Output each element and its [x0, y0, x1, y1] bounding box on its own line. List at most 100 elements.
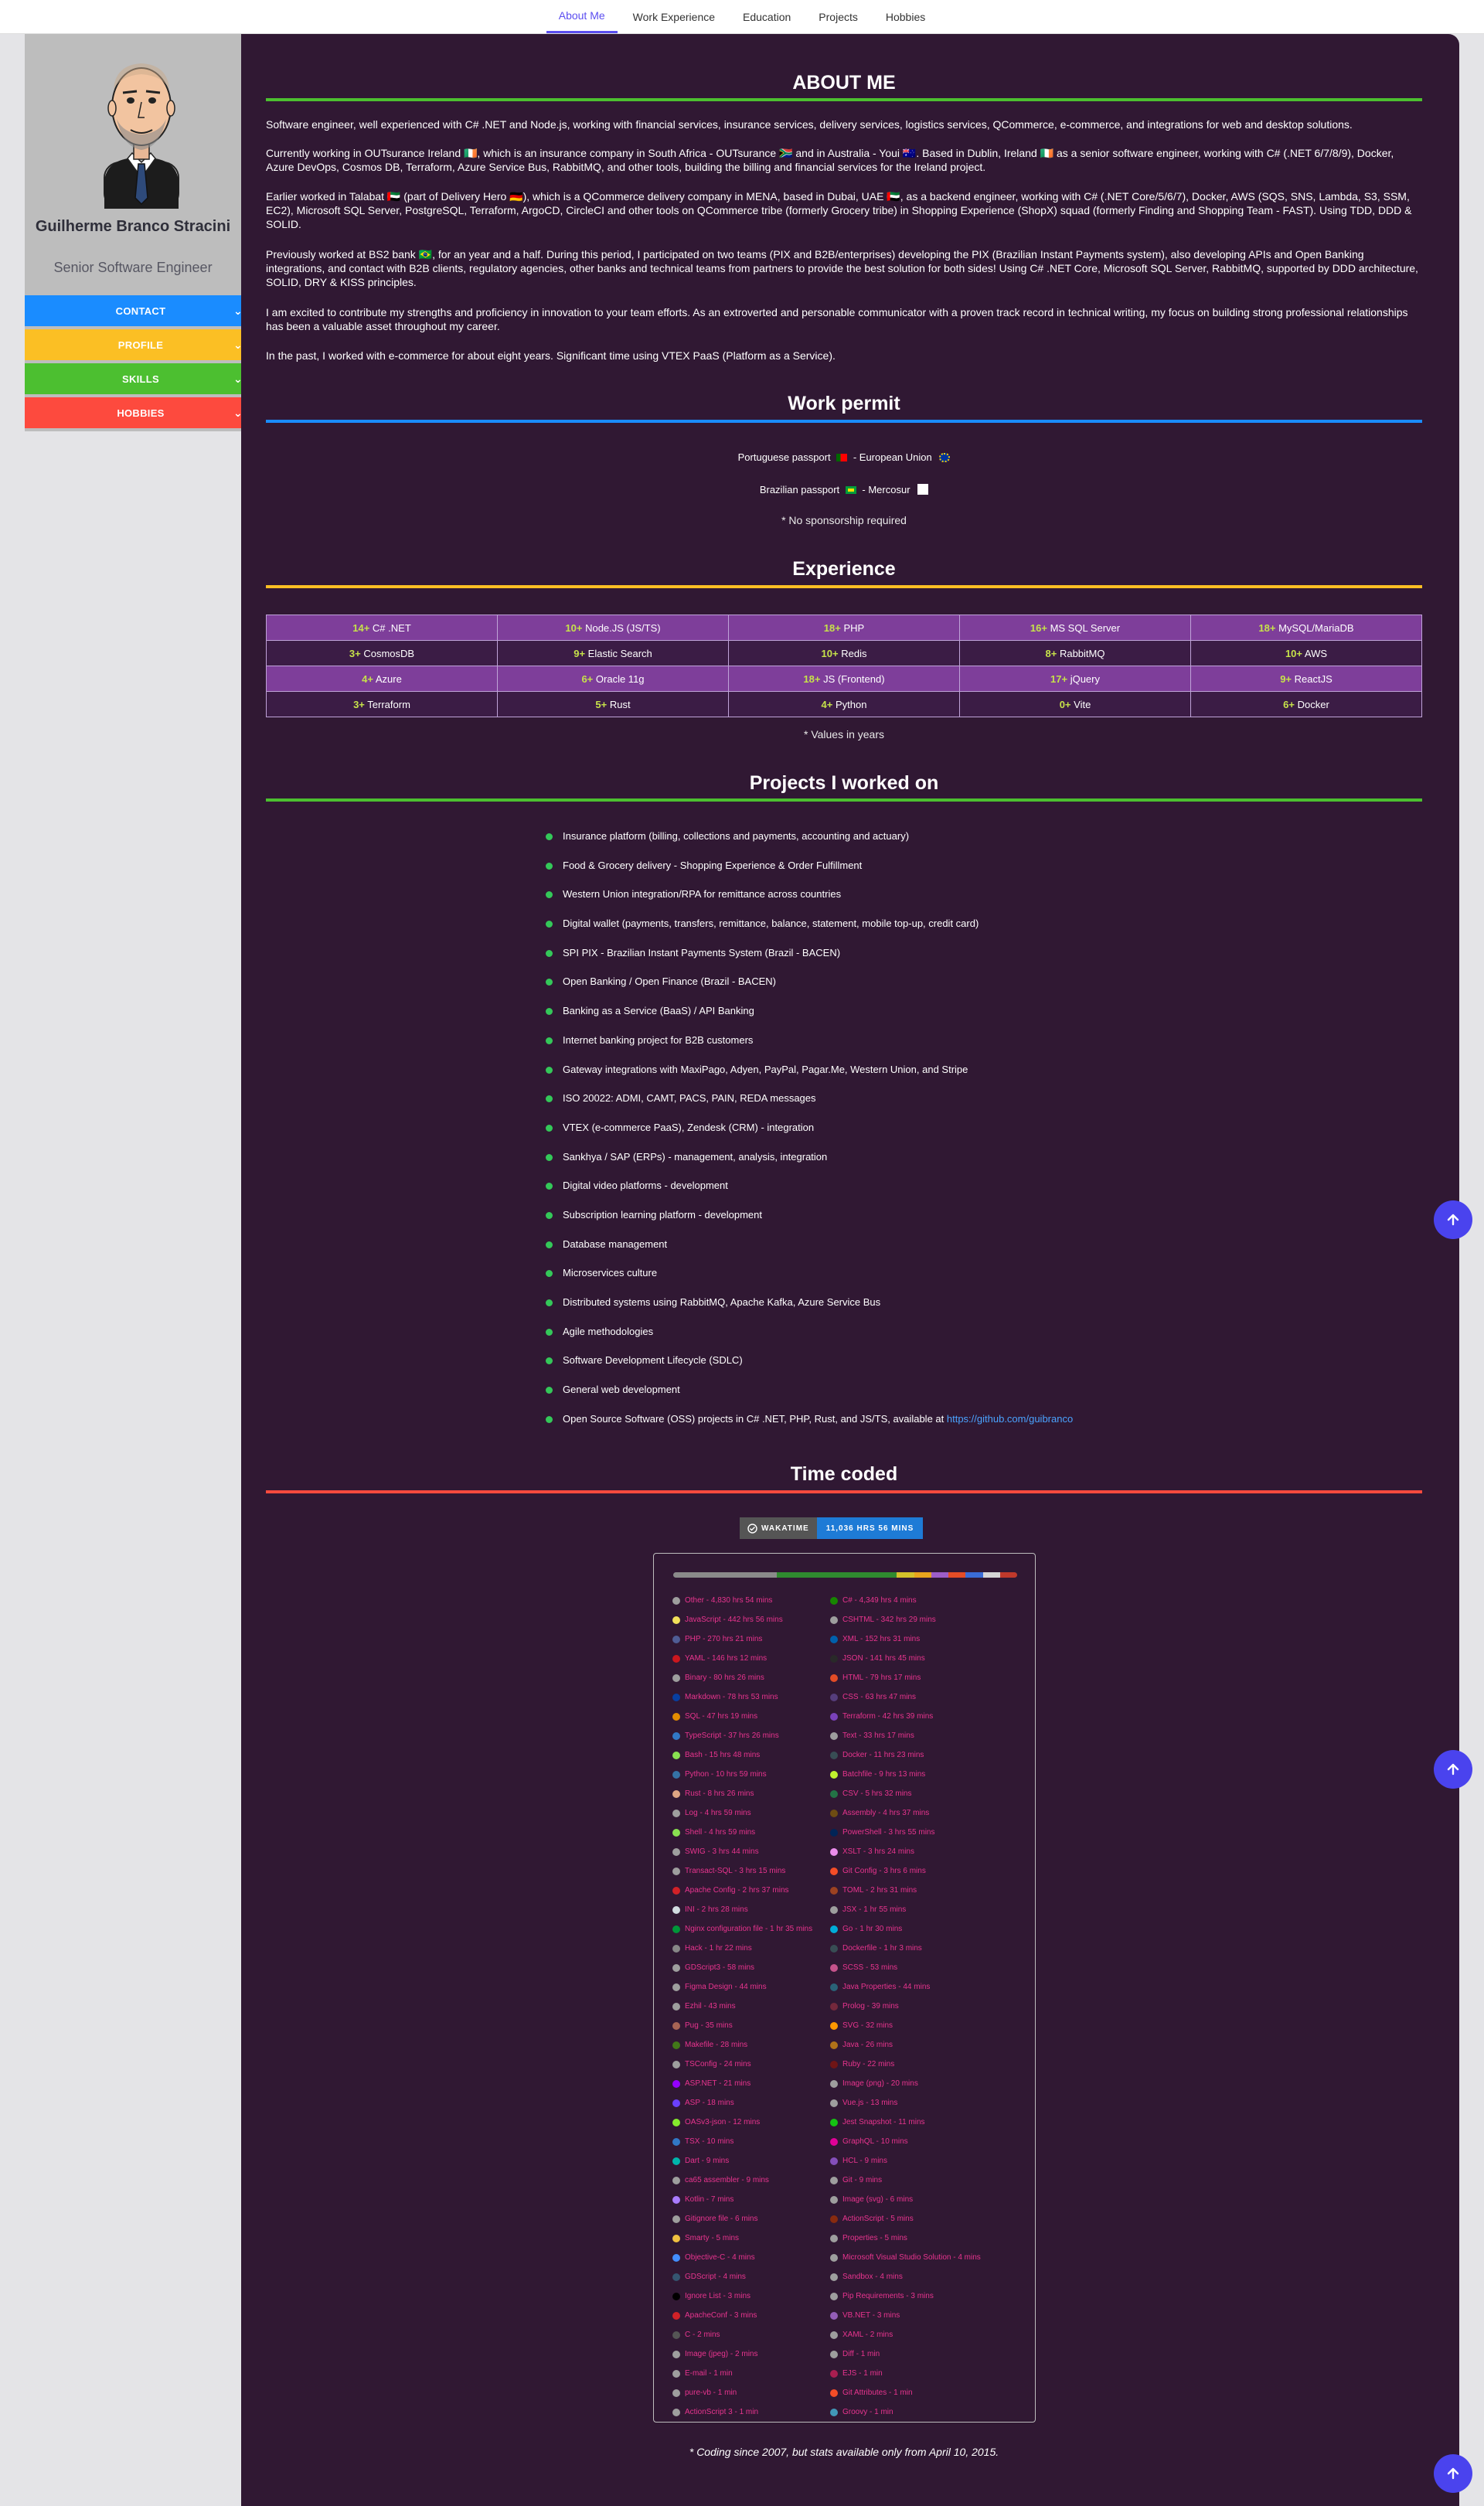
- language-stat-label: HTML - 79 hrs 17 mins: [842, 1673, 921, 1682]
- language-stat-label: Rust - 8 hrs 26 mins: [685, 1789, 754, 1798]
- language-share-segment: [828, 1572, 846, 1578]
- language-stat: ca65 assembler - 9 mins: [672, 2171, 812, 2190]
- skill-years: 0+: [1059, 698, 1071, 710]
- skill-years: 14+: [352, 621, 370, 634]
- language-stat: Markdown - 78 hrs 53 mins: [672, 1687, 812, 1707]
- language-color-icon: [830, 2273, 838, 2281]
- contact-label: CONTACT: [115, 305, 166, 317]
- language-stat-label: PowerShell - 3 hrs 55 mins: [842, 1827, 935, 1837]
- skill-cell: 10+ Node.JS (JS/TS): [497, 615, 729, 641]
- skill-years: 4+: [362, 672, 373, 685]
- language-stat-label: JSON - 141 hrs 45 mins: [842, 1653, 925, 1663]
- language-color-icon: [830, 2118, 838, 2126]
- language-stat-label: Git Config - 3 hrs 6 mins: [842, 1866, 926, 1875]
- language-column-right: C# - 4,349 hrs 4 mins CSHTML - 342 hrs 29…: [830, 1591, 981, 2422]
- language-stat: pure-vb - 1 min: [672, 2383, 812, 2402]
- tab-hobbies[interactable]: Hobbies: [873, 0, 938, 33]
- language-color-icon: [672, 2195, 680, 2204]
- language-stat-label: Terraform - 42 hrs 39 mins: [842, 1711, 934, 1721]
- language-stat-label: Smarty - 5 mins: [685, 2233, 740, 2242]
- language-color-icon: [672, 1596, 680, 1605]
- skill-name: Python: [835, 698, 867, 710]
- language-stat-label: Ezhil - 43 mins: [685, 2001, 736, 2011]
- github-link[interactable]: https://github.com/guibranco: [947, 1413, 1073, 1425]
- skill-cell: 17+ jQuery: [959, 666, 1191, 692]
- tab-work-experience[interactable]: Work Experience: [621, 0, 727, 33]
- language-stat-label: SWIG - 3 hrs 44 mins: [685, 1847, 759, 1856]
- language-share-segment: [811, 1572, 829, 1578]
- language-stat-label: HCL - 9 mins: [842, 2156, 887, 2165]
- language-column-left: Other - 4,830 hrs 54 mins JavaScript - 44…: [672, 1591, 812, 2422]
- language-stat: Pug - 35 mins: [672, 2016, 812, 2035]
- projects-divider: [266, 798, 1422, 802]
- language-color-icon: [830, 1596, 838, 1605]
- language-color-icon: [830, 1654, 838, 1663]
- language-stat-label: CSS - 63 hrs 47 mins: [842, 1692, 917, 1701]
- project-item: Western Union integration/RPA for remitt…: [546, 885, 1241, 914]
- language-stat-label: Groovy - 1 min: [842, 2407, 893, 2416]
- hobbies-accordion[interactable]: HOBBIES ⌄: [25, 397, 257, 428]
- language-color-icon: [672, 2099, 680, 2107]
- language-stat-label: SVG - 32 mins: [842, 2021, 893, 2030]
- language-stat: TOML - 2 hrs 31 mins: [830, 1881, 981, 1900]
- profile-accordion[interactable]: PROFILE ⌄: [25, 329, 257, 360]
- language-stat-label: XSLT - 3 hrs 24 mins: [842, 1847, 914, 1856]
- language-stat-label: PHP - 270 hrs 21 mins: [685, 1634, 763, 1643]
- skills-row: 4+ Azure 6+ Oracle 11g 18+ JS (Frontend) 17…: [266, 666, 1422, 692]
- language-stat-label: Nginx configuration file - 1 hr 35 mins: [685, 1924, 813, 1933]
- language-stat: Objective-C - 4 mins: [672, 2248, 812, 2267]
- contact-accordion[interactable]: CONTACT ⌄: [25, 295, 257, 326]
- about-me-heading: ABOUT ME: [792, 72, 896, 94]
- language-stat: XAML - 2 mins: [830, 2325, 981, 2344]
- experience-heading: Experience: [792, 558, 896, 580]
- tab-education[interactable]: Education: [730, 0, 803, 33]
- skill-name: Rust: [609, 698, 631, 710]
- language-color-icon: [830, 1770, 838, 1779]
- language-stat-label: SQL - 47 hrs 19 mins: [685, 1711, 758, 1721]
- language-stat: Assembly - 4 hrs 37 mins: [830, 1803, 981, 1823]
- skill-cell: 10+ Redis: [728, 640, 960, 666]
- skill-name: ReactJS: [1294, 672, 1333, 685]
- language-stat: GDScript - 4 mins: [672, 2267, 812, 2286]
- wakatime-badge[interactable]: WAKATIME 11,036 HRS 56 MINS: [740, 1517, 924, 1539]
- language-stat: YAML - 146 hrs 12 mins: [672, 1649, 812, 1668]
- language-stat: JavaScript - 442 hrs 56 mins: [672, 1610, 812, 1629]
- language-color-icon: [672, 1925, 680, 1933]
- language-stat: SVG - 32 mins: [830, 2016, 981, 2035]
- oss-text: Open Source Software (OSS) projects in C…: [563, 1412, 947, 1425]
- language-stat-label: Git - 9 mins: [842, 2175, 883, 2184]
- language-stat: Rust - 8 hrs 26 mins: [672, 1784, 812, 1803]
- language-stat-label: TSConfig - 24 mins: [685, 2059, 751, 2068]
- scroll-to-top-button[interactable]: [1434, 2454, 1472, 2493]
- language-stat: EJS - 1 min: [830, 2364, 981, 2383]
- scroll-to-top-button[interactable]: [1434, 1750, 1472, 1789]
- brazil-flag-icon: [845, 486, 856, 494]
- language-stat: SCSS - 53 mins: [830, 1958, 981, 1977]
- language-stat: PHP - 270 hrs 21 mins: [672, 1629, 812, 1649]
- language-color-icon: [672, 1944, 680, 1953]
- language-stat: Jest Snapshot - 11 mins: [830, 2113, 981, 2132]
- tab-projects[interactable]: Projects: [806, 0, 870, 33]
- language-stat: Image (jpeg) - 2 mins: [672, 2344, 812, 2364]
- skill-cell: 18+ MySQL/MariaDB: [1190, 615, 1422, 641]
- skill-years: 9+: [1280, 672, 1292, 685]
- skills-accordion[interactable]: SKILLS ⌄: [25, 363, 257, 394]
- language-stat: Pip Requirements - 3 mins: [830, 2286, 981, 2306]
- profile-role: Senior Software Engineer: [53, 260, 213, 275]
- language-stat-label: ActionScript - 5 mins: [842, 2214, 914, 2223]
- language-stat-label: Gitignore file - 6 mins: [685, 2214, 758, 2223]
- permit-line-brazil: Brazilian passport - Mercosur: [266, 484, 1422, 495]
- language-stat: Text - 33 hrs 17 mins: [830, 1726, 981, 1745]
- passport-label: Portuguese passport: [737, 451, 831, 463]
- language-color-icon: [830, 2021, 838, 2030]
- language-stat-label: Kotlin - 7 mins: [685, 2194, 734, 2204]
- language-stat-label: Other - 4,830 hrs 54 mins: [685, 1595, 773, 1605]
- projects-heading: Projects I worked on: [749, 772, 939, 794]
- scroll-to-top-button[interactable]: [1434, 1200, 1472, 1239]
- project-item: Open Banking / Open Finance (Brazil - BA…: [546, 972, 1241, 1002]
- language-stat: GraphQL - 10 mins: [830, 2132, 981, 2151]
- tab-about-me[interactable]: About Me: [546, 0, 618, 33]
- language-stat: ActionScript 3 - 1 min: [672, 2402, 812, 2422]
- language-stat: ASP - 18 mins: [672, 2093, 812, 2113]
- skill-cell: 18+ PHP: [728, 615, 960, 641]
